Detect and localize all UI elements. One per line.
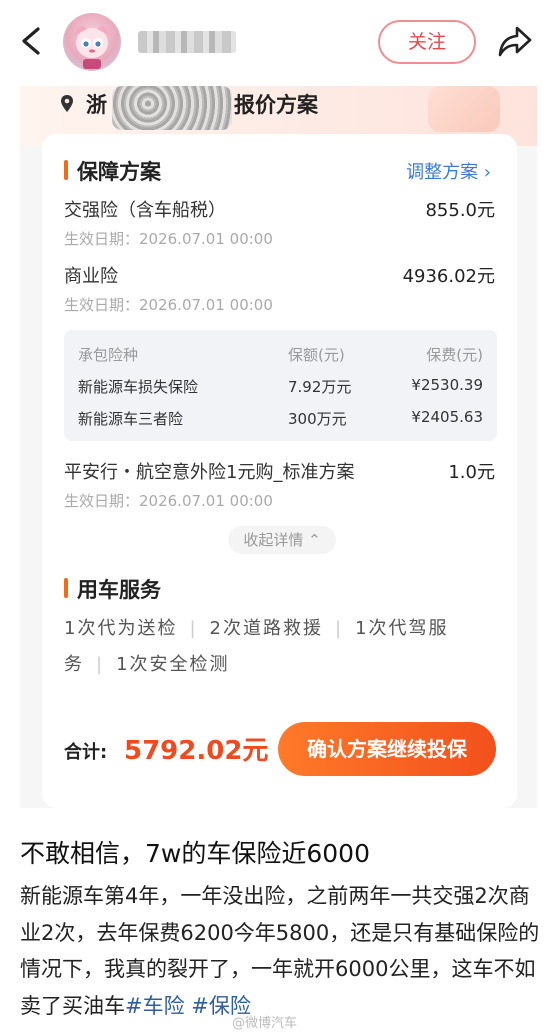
- service-safety-check: 1次安全检测: [116, 654, 230, 675]
- blurred-plate-number: [112, 86, 232, 130]
- location-pin-icon: [61, 95, 73, 112]
- adjust-plan-link[interactable]: 调整方案 ›: [406, 158, 491, 184]
- table-header-coverage: 保额(元): [288, 346, 345, 364]
- service-driver-cont: 务: [64, 654, 84, 675]
- commercial-insurance-amount: 4936.02元: [402, 266, 495, 287]
- watermark: @微博汽车: [232, 1016, 298, 1031]
- quote-screenshot: 浙 报价方案 保障方案 调整方案 › 交强险（含车船税） 855.0元 生效日期…: [20, 86, 537, 808]
- travel-insurance-name: 平安行・航空意外险1元购_标准方案: [64, 462, 355, 483]
- confirm-plan-button[interactable]: 确认方案继续投保: [278, 722, 496, 776]
- total-value: 5792.02元: [124, 736, 269, 766]
- table-row-1-coverage: 7.92万元: [288, 378, 352, 396]
- table-row-1-premium: ¥2530.39: [411, 376, 483, 394]
- compulsory-insurance-date: 生效日期：2026.07.01 00:00: [64, 230, 273, 248]
- commercial-insurance-date: 生效日期：2026.07.01 00:00: [64, 296, 273, 314]
- table-header-type: 承包险种: [78, 346, 139, 364]
- quote-card: 保障方案 调整方案 › 交强险（含车船税） 855.0元 生效日期：2026.0…: [42, 134, 517, 808]
- total-label: 合计:: [64, 742, 108, 763]
- hashtag-car-insurance[interactable]: #车险: [125, 994, 185, 1018]
- compulsory-insurance-name: 交强险（含车船税）: [64, 200, 226, 221]
- post-title: 不敢相信，7w的车保险近6000: [20, 839, 370, 868]
- coverage-detail-table: 承包险种 保额(元) 保费(元) 新能源车损失保险 7.92万元 ¥2530.3…: [64, 330, 497, 441]
- share-icon[interactable]: [497, 24, 533, 58]
- services-line-1: 1次代为送检 | 2次道路救援 | 1次代驾服: [64, 618, 449, 639]
- service-inspection: 1次代为送检: [64, 618, 178, 639]
- table-row-2-type: 新能源车三者险: [78, 410, 184, 428]
- commercial-insurance-name: 商业险: [64, 266, 118, 287]
- blurred-username: [138, 31, 236, 53]
- header-decoration: [428, 86, 500, 132]
- travel-insurance-amount: 1.0元: [448, 462, 495, 483]
- back-arrow-icon[interactable]: [18, 26, 44, 56]
- services-section-title: 用车服务: [64, 574, 161, 604]
- table-row-2-premium: ¥2405.63: [411, 408, 483, 426]
- post-body: 新能源车第4年，一年没出险，之前两年一共交强2次商业2次，去年保费6200今年5…: [20, 878, 540, 1024]
- avatar[interactable]: [63, 13, 121, 71]
- services-line-2: 务 | 1次安全检测: [64, 654, 230, 675]
- coverage-section-title: 保障方案: [64, 156, 161, 186]
- avatar-cartoon-icon: [75, 26, 109, 69]
- compulsory-insurance-amount: 855.0元: [425, 200, 495, 221]
- follow-button[interactable]: 关注: [378, 20, 476, 64]
- quote-title: 报价方案: [234, 93, 318, 117]
- service-roadside: 2次道路救援: [209, 618, 323, 639]
- travel-insurance-date: 生效日期：2026.07.01 00:00: [64, 492, 273, 510]
- table-header-premium: 保费(元): [426, 346, 483, 364]
- service-driver: 1次代驾服: [355, 618, 449, 639]
- table-row-1-type: 新能源车损失保险: [78, 378, 199, 396]
- table-row-2-coverage: 300万元: [288, 410, 347, 428]
- plate-prefix: 浙: [86, 93, 107, 117]
- collapse-details-button[interactable]: 收起详情 ⌃: [228, 526, 336, 554]
- top-nav-bar: 关注: [0, 0, 557, 86]
- post-body-text: 新能源车第4年，一年没出险，之前两年一共交强2次商业2次，去年保费6200今年5…: [20, 884, 540, 1018]
